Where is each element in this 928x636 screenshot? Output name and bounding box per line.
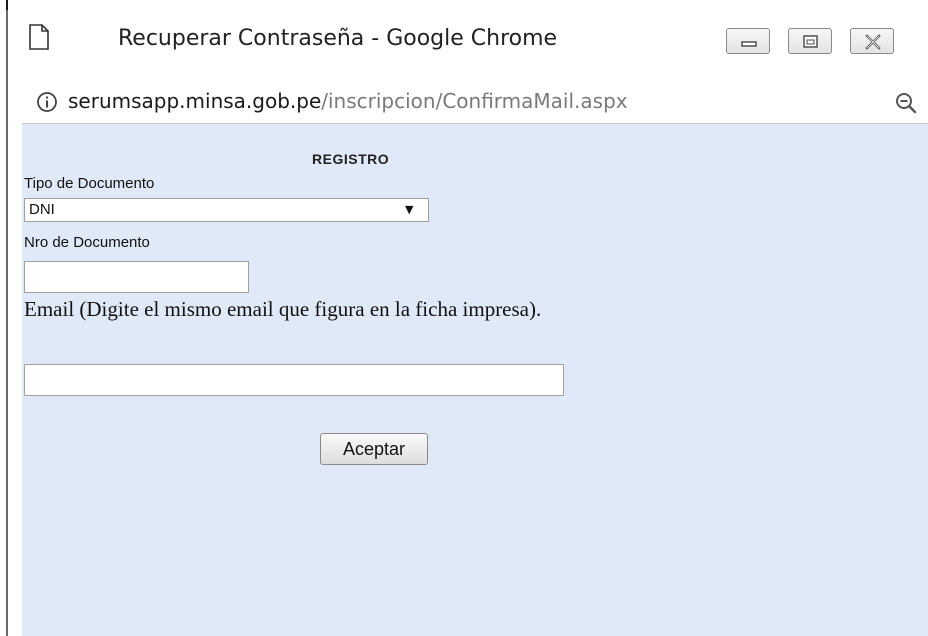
- window-title: Recuperar Contraseña - Google Chrome: [118, 26, 558, 51]
- nro-documento-input[interactable]: [24, 261, 249, 293]
- page-content: REGISTRO Tipo de Documento DNI ▼ Nro de …: [22, 124, 928, 636]
- maximize-button[interactable]: [788, 28, 832, 54]
- maximize-icon: [803, 35, 818, 48]
- minimize-icon: [741, 41, 757, 47]
- page-icon: [29, 24, 49, 50]
- tipo-documento-select[interactable]: DNI ▼: [24, 198, 429, 222]
- tipo-documento-label: Tipo de Documento: [24, 175, 155, 192]
- url-text[interactable]: serumsapp.minsa.gob.pe/inscripcion/Confi…: [68, 89, 628, 113]
- popup-window: Recuperar Contraseña - Google Chrome ser…: [8, 0, 928, 636]
- nro-documento-label: Nro de Documento: [24, 234, 150, 251]
- email-label: Email (Digite el mismo email que figura …: [24, 297, 542, 321]
- title-bar[interactable]: Recuperar Contraseña - Google Chrome: [8, 0, 928, 80]
- address-bar[interactable]: serumsapp.minsa.gob.pe/inscripcion/Confi…: [22, 82, 928, 124]
- info-icon[interactable]: [36, 91, 58, 113]
- url-path: /inscripcion/ConfirmaMail.aspx: [321, 89, 628, 113]
- zoom-out-icon[interactable]: [894, 91, 918, 115]
- dropdown-arrow-icon: ▼: [405, 203, 414, 216]
- window-left-edge: [0, 0, 10, 636]
- close-button[interactable]: [850, 28, 894, 54]
- close-icon: [865, 34, 881, 50]
- form-heading: REGISTRO: [312, 151, 390, 167]
- minimize-button[interactable]: [726, 28, 770, 54]
- url-host: serumsapp.minsa.gob.pe: [68, 89, 322, 113]
- aceptar-button[interactable]: Aceptar: [320, 433, 428, 465]
- tipo-documento-value: DNI: [29, 201, 55, 218]
- email-input[interactable]: [24, 364, 564, 396]
